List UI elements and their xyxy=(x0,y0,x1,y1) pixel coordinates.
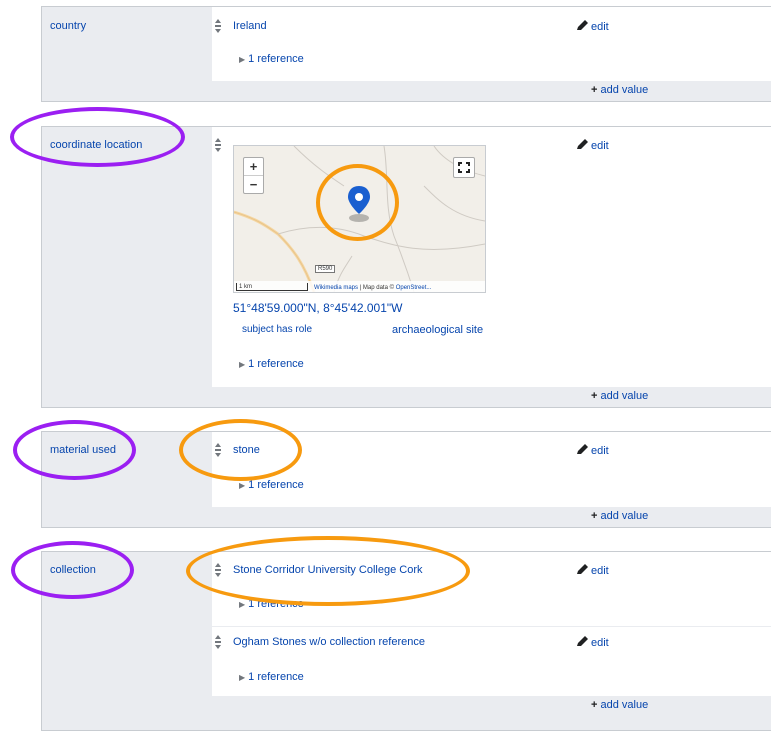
statement-country: country Ireland edit ▶1 reference add va… xyxy=(41,6,771,102)
qualifier-property[interactable]: subject has role xyxy=(242,324,312,335)
add-value-button[interactable]: add value xyxy=(591,699,648,711)
edit-button[interactable]: edit xyxy=(577,139,609,152)
expand-triangle-icon: ▶ xyxy=(239,55,246,64)
fullscreen-button[interactable] xyxy=(453,157,475,178)
zoom-controls: + − xyxy=(243,157,264,194)
expand-triangle-icon: ▶ xyxy=(239,673,246,682)
map-scale: 1 km xyxy=(236,283,308,291)
add-value-button[interactable]: add value xyxy=(591,390,648,402)
reference-label: 1 reference xyxy=(248,53,304,65)
edit-button[interactable]: edit xyxy=(577,636,609,649)
rank-icon[interactable] xyxy=(215,19,221,33)
reference-label: 1 reference xyxy=(248,479,304,491)
edit-label: edit xyxy=(591,565,609,577)
edit-button[interactable]: edit xyxy=(577,20,609,33)
value-ogham-stones[interactable]: Ogham Stones w/o collection reference xyxy=(233,636,425,648)
add-value-bar: add value xyxy=(212,387,771,407)
pencil-icon xyxy=(577,20,589,33)
add-value-bar: add value xyxy=(212,81,771,101)
pencil-icon xyxy=(577,139,589,152)
edit-button[interactable]: edit xyxy=(577,444,609,457)
attribution-osm-link[interactable]: OpenStreet... xyxy=(396,285,432,291)
rank-icon[interactable] xyxy=(215,563,221,577)
reference-toggle[interactable]: ▶ 1 reference xyxy=(239,358,304,370)
add-value-button[interactable]: add value xyxy=(591,510,648,522)
map-marker-icon[interactable] xyxy=(344,184,374,224)
rank-icon[interactable] xyxy=(215,443,221,457)
property-coordinate-location[interactable]: coordinate location xyxy=(50,139,142,151)
reference-toggle[interactable]: ▶ 1 reference xyxy=(239,598,304,610)
qualifier-value[interactable]: archaeological site xyxy=(392,324,483,336)
value-separator xyxy=(212,626,771,627)
reference-toggle[interactable]: ▶ 1 reference xyxy=(239,53,304,65)
coordinates-value[interactable]: 51°48'59.000"N, 8°45'42.001"W xyxy=(233,301,402,315)
statement-coordinate-location: coordinate location + − R590 1 km Wikime… xyxy=(41,126,771,408)
add-value-button[interactable]: add value xyxy=(591,84,648,96)
statement-collection: collection Stone Corridor University Col… xyxy=(41,551,771,731)
reference-label: 1 reference xyxy=(248,598,304,610)
property-country[interactable]: country xyxy=(50,20,86,32)
zoom-out-button[interactable]: − xyxy=(244,175,263,193)
add-value-bar: add value xyxy=(212,507,771,527)
pencil-icon xyxy=(577,444,589,457)
reference-toggle[interactable]: ▶ 1 reference xyxy=(239,479,304,491)
zoom-in-button[interactable]: + xyxy=(244,158,263,175)
edit-button[interactable]: edit xyxy=(577,564,609,577)
rank-icon[interactable] xyxy=(215,138,221,152)
edit-label: edit xyxy=(591,21,609,33)
property-label-panel: material used xyxy=(42,432,212,527)
map-widget[interactable]: + − R590 1 km Wikimedia maps | Map data … xyxy=(233,145,486,293)
attribution-text: Wikimedia maps | Map data © OpenStreet..… xyxy=(314,285,431,291)
reference-toggle[interactable]: ▶ 1 reference xyxy=(239,671,304,683)
property-label-panel: collection xyxy=(42,552,212,730)
reference-label: 1 reference xyxy=(248,358,304,370)
statement-material-used: material used stone edit ▶1 reference ad… xyxy=(41,431,771,528)
edit-label: edit xyxy=(591,140,609,152)
rank-icon[interactable] xyxy=(215,635,221,649)
reference-label: 1 reference xyxy=(248,671,304,683)
attribution-sep: | Map data © xyxy=(358,285,396,291)
value-stone-corridor[interactable]: Stone Corridor University College Cork xyxy=(233,564,423,576)
property-material-used[interactable]: material used xyxy=(50,444,116,456)
pencil-icon xyxy=(577,636,589,649)
property-collection[interactable]: collection xyxy=(50,564,96,576)
expand-triangle-icon: ▶ xyxy=(239,600,246,609)
map-attribution: 1 km Wikimedia maps | Map data © OpenStr… xyxy=(234,281,485,292)
fullscreen-icon xyxy=(458,162,470,173)
add-value-bar: add value xyxy=(212,696,771,730)
expand-triangle-icon: ▶ xyxy=(239,360,246,369)
pencil-icon xyxy=(577,564,589,577)
value-ireland[interactable]: Ireland xyxy=(233,20,267,32)
property-label-panel: country xyxy=(42,7,212,101)
road-label: R590 xyxy=(315,265,336,273)
edit-label: edit xyxy=(591,445,609,457)
expand-triangle-icon: ▶ xyxy=(239,481,246,490)
value-stone[interactable]: stone xyxy=(233,444,260,456)
edit-label: edit xyxy=(591,637,609,649)
property-label-panel: coordinate location xyxy=(42,127,212,407)
attribution-link[interactable]: Wikimedia maps xyxy=(314,285,358,291)
